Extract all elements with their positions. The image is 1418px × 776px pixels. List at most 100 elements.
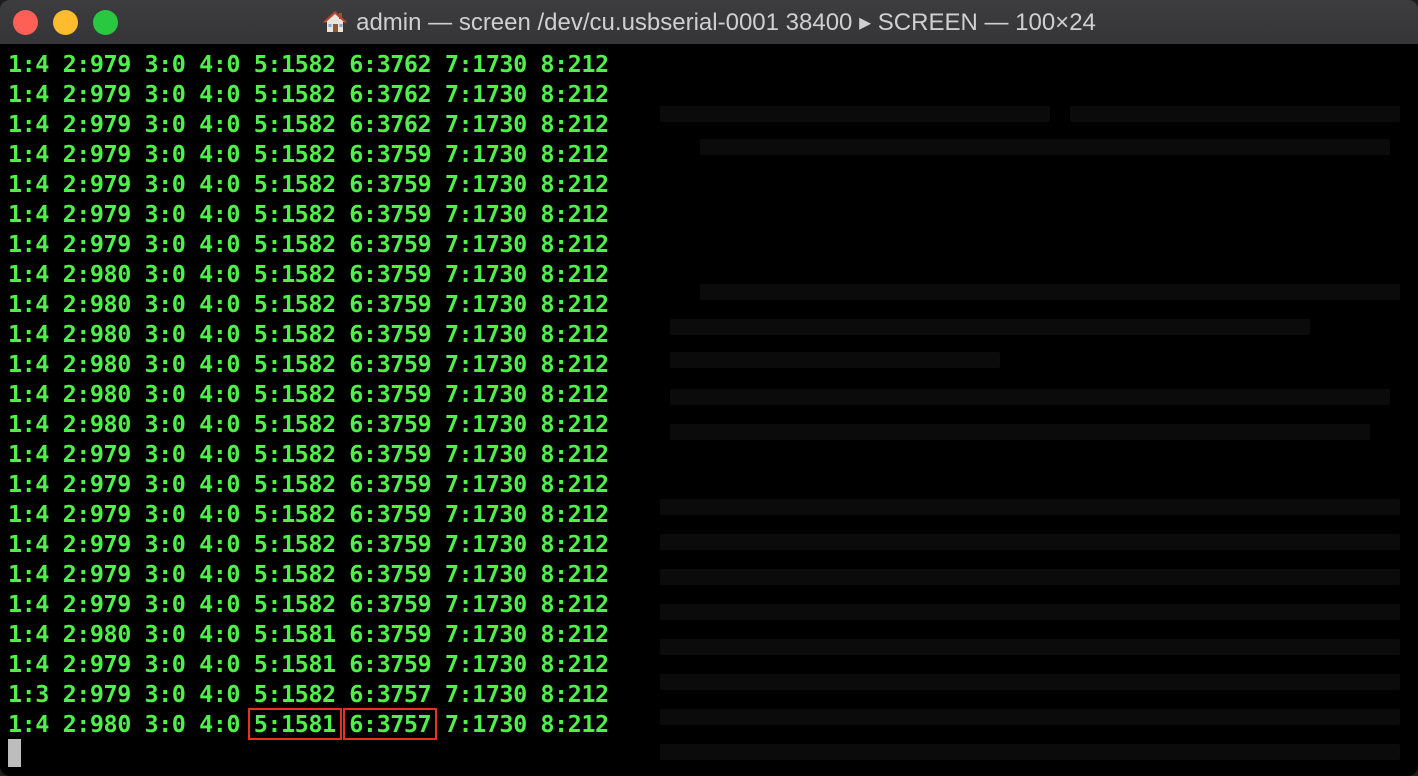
terminal-lines: 1:4 2:979 3:0 4:0 5:1582 6:3762 7:1730 8…	[8, 49, 609, 740]
sensor-reading: 3:0	[144, 410, 186, 438]
sensor-reading: 1:4	[8, 650, 49, 678]
sensor-reading: 5:1582	[253, 680, 336, 708]
sensor-reading: 7:1730	[444, 260, 527, 288]
sensor-reading: 3:0	[144, 530, 186, 558]
terminal-line: 1:4 2:979 3:0 4:0 5:1582 6:3759 7:1730 8…	[8, 439, 609, 469]
sensor-reading: 4:0	[199, 560, 241, 588]
sensor-reading: 1:4	[8, 410, 49, 438]
sensor-reading: 4:0	[199, 680, 241, 708]
sensor-reading: 2:979	[62, 140, 132, 168]
sensor-reading: 8:212	[540, 560, 609, 588]
sensor-reading: 7:1730	[444, 590, 527, 618]
sensor-reading: 8:212	[540, 710, 609, 738]
text-cursor	[8, 739, 21, 767]
sensor-reading: 3:0	[144, 380, 186, 408]
sensor-reading: 1:4	[8, 260, 49, 288]
sensor-reading: 2:979	[62, 440, 132, 468]
sensor-reading: 2:979	[62, 650, 132, 678]
sensor-reading: 4:0	[199, 500, 241, 528]
terminal-line: 1:4 2:979 3:0 4:0 5:1582 6:3759 7:1730 8…	[8, 529, 609, 559]
sensor-reading: 6:3757	[349, 680, 432, 708]
sensor-reading: 1:4	[8, 230, 49, 258]
terminal-line: 1:4 2:980 3:0 4:0 5:1582 6:3759 7:1730 8…	[8, 409, 609, 439]
terminal-line: 1:4 2:979 3:0 4:0 5:1581 6:3759 7:1730 8…	[8, 649, 609, 679]
sensor-reading: 8:212	[540, 260, 609, 288]
sensor-reading: 4:0	[199, 620, 241, 648]
sensor-reading: 4:0	[199, 530, 241, 558]
sensor-reading: 1:4	[8, 440, 49, 468]
title-bar[interactable]: admin — screen /dev/cu.usbserial-0001 38…	[0, 0, 1418, 45]
sensor-reading: 8:212	[540, 590, 609, 618]
sensor-reading: 6:3759	[349, 410, 432, 438]
sensor-reading: 5:1582	[253, 410, 336, 438]
sensor-reading: 2:979	[62, 230, 132, 258]
sensor-reading: 3:0	[144, 50, 186, 78]
sensor-reading: 7:1730	[444, 140, 527, 168]
sensor-reading: 8:212	[540, 80, 609, 108]
sensor-reading: 1:3	[8, 680, 49, 708]
sensor-reading: 1:4	[8, 80, 49, 108]
sensor-reading: 6:3759	[349, 260, 432, 288]
sensor-reading: 6:3762	[349, 80, 432, 108]
sensor-reading: 4:0	[199, 320, 241, 348]
sensor-reading: 7:1730	[444, 440, 527, 468]
sensor-reading: 7:1730	[444, 50, 527, 78]
sensor-reading: 1:4	[8, 290, 49, 318]
sensor-reading: 7:1730	[444, 350, 527, 378]
sensor-reading: 5:1582	[253, 260, 336, 288]
terminal-line: 1:4 2:980 3:0 4:0 5:1582 6:3759 7:1730 8…	[8, 379, 609, 409]
terminal-output[interactable]: 1:4 2:979 3:0 4:0 5:1582 6:3762 7:1730 8…	[0, 44, 1418, 776]
sensor-reading: 5:1582	[253, 530, 336, 558]
sensor-reading: 1:4	[8, 350, 49, 378]
sensor-reading: 2:980	[62, 620, 132, 648]
sensor-reading: 2:979	[62, 560, 132, 588]
sensor-reading: 4:0	[199, 710, 241, 738]
sensor-reading: 8:212	[540, 680, 609, 708]
terminal-line: 1:4 2:979 3:0 4:0 5:1582 6:3759 7:1730 8…	[8, 169, 609, 199]
sensor-reading: 7:1730	[444, 170, 527, 198]
sensor-reading: 5:1582	[253, 440, 336, 468]
sensor-reading: 3:0	[144, 590, 186, 618]
sensor-reading: 6:3759	[349, 620, 432, 648]
sensor-reading: 5:1582	[253, 80, 336, 108]
sensor-reading: 3:0	[144, 710, 186, 738]
sensor-reading: 6:3759	[349, 440, 432, 468]
sensor-reading: 5:1582	[253, 290, 336, 318]
sensor-reading: 6:3759	[349, 200, 432, 228]
sensor-reading: 5:1582	[253, 350, 336, 378]
sensor-reading: 2:979	[62, 680, 132, 708]
sensor-reading: 3:0	[144, 620, 186, 648]
sensor-reading: 3:0	[144, 200, 186, 228]
sensor-reading: 5:1582	[253, 380, 336, 408]
sensor-reading: 1:4	[8, 200, 49, 228]
terminal-line: 1:4 2:979 3:0 4:0 5:1582 6:3762 7:1730 8…	[8, 109, 609, 139]
sensor-reading: 8:212	[540, 50, 609, 78]
sensor-reading: 4:0	[199, 200, 241, 228]
sensor-reading: 2:980	[62, 410, 132, 438]
terminal-line: 1:4 2:980 3:0 4:0 5:1581 6:3757 7:1730 8…	[8, 708, 609, 740]
sensor-reading: 8:212	[540, 350, 609, 378]
sensor-reading: 2:979	[62, 200, 132, 228]
window-title: admin — screen /dev/cu.usbserial-0001 38…	[356, 8, 1096, 36]
highlighted-reading: 6:3757	[343, 708, 438, 740]
home-icon	[323, 11, 348, 32]
sensor-reading: 6:3759	[349, 590, 432, 618]
sensor-reading: 1:4	[8, 50, 49, 78]
sensor-reading: 7:1730	[444, 380, 527, 408]
sensor-reading: 5:1582	[253, 170, 336, 198]
sensor-reading: 3:0	[144, 260, 186, 288]
sensor-reading: 2:980	[62, 380, 132, 408]
sensor-reading: 1:4	[8, 140, 49, 168]
sensor-reading: 3:0	[144, 80, 186, 108]
terminal-line: 1:4 2:979 3:0 4:0 5:1582 6:3759 7:1730 8…	[8, 139, 609, 169]
sensor-reading: 3:0	[144, 140, 186, 168]
terminal-line: 1:3 2:979 3:0 4:0 5:1582 6:3757 7:1730 8…	[8, 679, 609, 709]
sensor-reading: 2:979	[62, 80, 132, 108]
sensor-reading: 6:3759	[349, 650, 432, 678]
sensor-reading: 6:3762	[349, 110, 432, 138]
sensor-reading: 8:212	[540, 500, 609, 528]
sensor-reading: 2:979	[62, 110, 132, 138]
terminal-line: 1:4 2:980 3:0 4:0 5:1582 6:3759 7:1730 8…	[8, 349, 609, 379]
sensor-reading: 5:1582	[253, 110, 336, 138]
window-title-group: admin — screen /dev/cu.usbserial-0001 38…	[0, 0, 1418, 44]
